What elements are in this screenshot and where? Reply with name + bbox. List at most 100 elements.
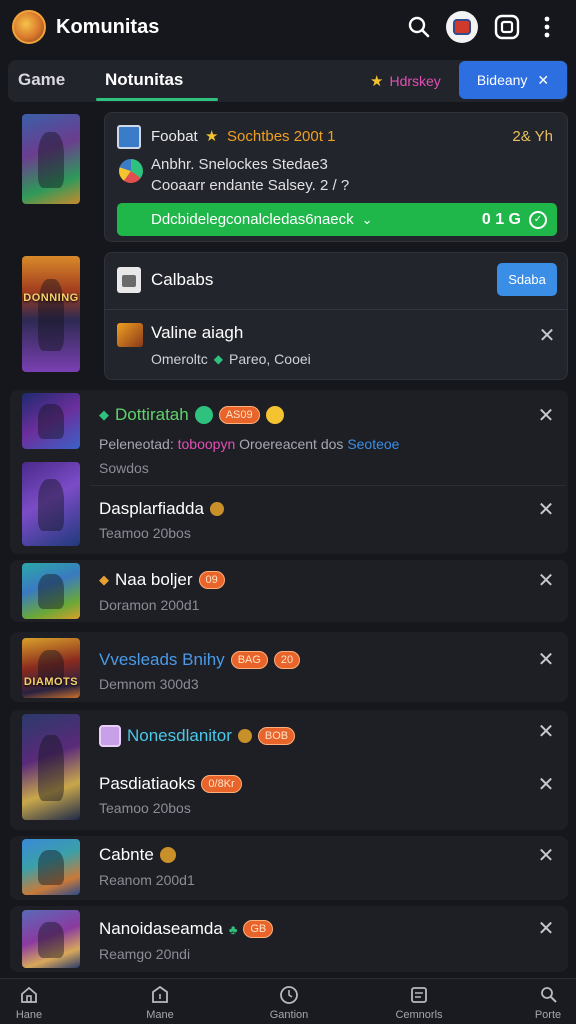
join-button[interactable]: Sdaba: [497, 263, 557, 296]
app-header: Komunitas: [0, 0, 576, 54]
nav-label: Hane: [15, 1009, 43, 1021]
thumbnail-art: [38, 850, 64, 885]
post-text-line: Anbhr. Snelockes Stedae3: [151, 156, 328, 173]
close-icon[interactable]: ✕: [534, 916, 558, 940]
search-icon[interactable]: [402, 10, 436, 44]
clover-icon: ♣: [228, 921, 238, 937]
hotkey-label: Hdrskey: [389, 73, 441, 89]
feed-item-sub: Reamgo 20ndi: [99, 946, 191, 962]
game-thumbnail[interactable]: [22, 714, 80, 820]
game-thumbnail[interactable]: [22, 839, 80, 895]
emoji-icon: [209, 502, 224, 516]
feed-title-text: Pasdiatiaoks: [99, 774, 196, 793]
hotkey-link[interactable]: ★ Hdrskey: [370, 72, 441, 90]
status-icon: [194, 406, 213, 424]
close-icon[interactable]: ✕: [537, 72, 549, 89]
post-title: Calbabs: [151, 270, 214, 289]
feed-item-sub: Demnom 300d3: [99, 676, 199, 692]
close-icon[interactable]: ✕: [534, 719, 558, 743]
feed-panel: [10, 836, 568, 900]
feed-title-text: Nanoidaseamda: [99, 919, 223, 938]
game-thumbnail[interactable]: [22, 563, 80, 619]
nav-item-store[interactable]: Mane: [120, 985, 200, 1021]
nav-item-activity[interactable]: Gantion: [249, 985, 329, 1021]
game-thumbnail[interactable]: [22, 114, 80, 204]
avatar-image: [453, 19, 471, 35]
feed-item-sub: Teamoo 20bos: [99, 800, 191, 816]
join-count: 0 1 G: [481, 210, 521, 228]
tab-action-label: Bideany: [476, 72, 528, 88]
game-thumbnail[interactable]: DONNING: [22, 256, 80, 372]
nav-item-chat[interactable]: Cemnorls: [379, 985, 459, 1021]
orb-icon: [119, 159, 143, 183]
post-meta: Omeroltc ◆ Pareo, Cooei: [151, 351, 311, 367]
emoji-icon: [237, 729, 252, 743]
feed-badge: 20: [273, 651, 301, 669]
feed-item-title[interactable]: ◆ Naa boljer 09: [99, 570, 225, 590]
avatar[interactable]: [446, 11, 478, 43]
home-icon: [19, 985, 39, 1005]
feed-badge: 0/8Kr: [201, 775, 242, 793]
close-icon[interactable]: ✕: [534, 772, 558, 796]
image-icon: [117, 267, 141, 293]
thumbnail-art: [38, 279, 64, 352]
game-icon: [117, 125, 141, 149]
post-subtitle: Sochtbes 200t 1: [227, 128, 336, 145]
tab-action-button[interactable]: Bideany ✕: [459, 61, 567, 99]
check-circle-icon: ✓: [529, 210, 547, 229]
tab-komunitas[interactable]: Notunitas: [105, 70, 183, 90]
feed-item-title[interactable]: Nanoidaseamda ♣ GB: [99, 919, 274, 939]
feed-title-text: Dottiratah: [115, 405, 189, 424]
key-icon: ★: [370, 73, 384, 90]
close-icon[interactable]: ✕: [534, 568, 558, 592]
feed-item-sub: Peleneotad: toboopyn Oroereacent dos Seo…: [99, 436, 399, 452]
nav-item-home[interactable]: Hane: [0, 985, 69, 1021]
feed-title-text: Cabnte: [99, 845, 154, 864]
thumbnail-art: [38, 132, 64, 188]
close-icon[interactable]: ✕: [534, 403, 558, 427]
feed-item-title[interactable]: Dasplarfiadda: [99, 499, 224, 519]
feed-badge: BAG: [230, 651, 268, 669]
feed-item-title[interactable]: Nonesdlanitor BOB: [99, 725, 296, 747]
close-icon[interactable]: ✕: [535, 323, 559, 347]
app-logo[interactable]: [12, 10, 46, 44]
feed-item-title[interactable]: Cabnte: [99, 845, 176, 865]
tab-game[interactable]: Game: [18, 70, 65, 90]
feed-item-title[interactable]: Vvesleads Bnihy BAG 20: [99, 650, 301, 670]
feed-panel: [10, 560, 568, 622]
close-icon[interactable]: ✕: [534, 647, 558, 671]
game-thumbnail[interactable]: [22, 393, 80, 449]
feed-badge: AS09: [218, 406, 260, 424]
game-icon: [117, 323, 143, 347]
emoji-icon: [265, 406, 284, 424]
feed-item-sub: Teamoo 20bos: [99, 525, 191, 541]
feed-sub-link[interactable]: toboopyn: [178, 436, 236, 452]
feed-badge: GB: [243, 920, 274, 938]
feed-item-title[interactable]: Pasdiatiaoks 0/8Kr: [99, 774, 242, 794]
tag-icon: ◆: [99, 572, 109, 587]
feed-item-sub: Sowdos: [99, 460, 149, 476]
post-card[interactable]: Calbabs Sdaba Valine aiagh Omeroltc ◆ Pa…: [104, 252, 568, 380]
game-thumbnail[interactable]: [22, 462, 80, 546]
feed-sub-link[interactable]: Seoteoe: [347, 436, 399, 452]
tab-active-indicator: [96, 98, 218, 101]
feed-panel: [10, 390, 568, 554]
square-settings-icon[interactable]: [490, 10, 524, 44]
join-bar-button[interactable]: Ddcbidelegconalcledas6naeck ⌄ 0 1 G ✓: [117, 203, 557, 236]
game-thumbnail[interactable]: [22, 910, 80, 968]
close-icon[interactable]: ✕: [534, 843, 558, 867]
emoji-icon: [159, 847, 176, 863]
thumbnail-art: [38, 404, 64, 439]
game-thumbnail[interactable]: DIAMOTS: [22, 638, 80, 698]
tab-bar: Game Notunitas ★ Hdrskey Bideany ✕: [8, 60, 568, 102]
post-card[interactable]: Foobat ★ Sochtbes 200t 1 2& Yh Anbhr. Sn…: [104, 112, 568, 242]
nav-item-profile[interactable]: Porte: [508, 985, 576, 1021]
feed-item-title[interactable]: ◆ Dottiratah AS09: [99, 405, 284, 425]
post-time: 2& Yh: [512, 128, 553, 145]
nav-label: Mane: [146, 1009, 174, 1021]
star-icon: ★: [205, 128, 219, 145]
more-vertical-icon[interactable]: [530, 10, 564, 44]
chat-icon: [409, 985, 429, 1005]
post-text-line: Cooaarr endante Salsey. 2 / ?: [151, 177, 350, 194]
close-icon[interactable]: ✕: [534, 497, 558, 521]
